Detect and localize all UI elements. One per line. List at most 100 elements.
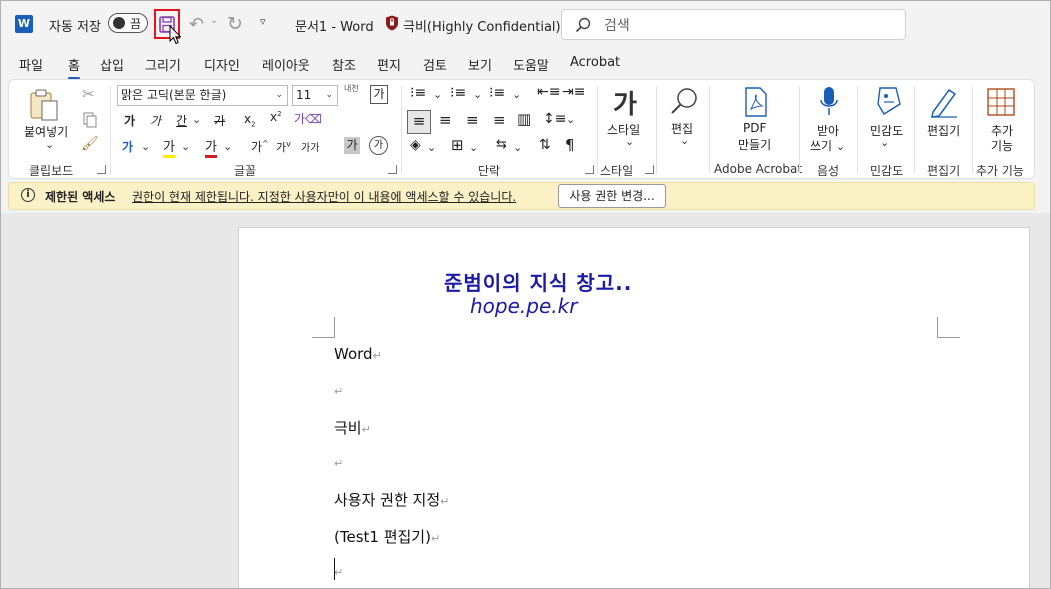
autosave-toggle[interactable]: 끔 — [108, 13, 148, 33]
tab-file[interactable]: 파일 — [19, 55, 43, 74]
customize-qat-icon[interactable]: ▿ — [260, 15, 266, 28]
tab-acrobat[interactable]: Acrobat — [570, 55, 620, 70]
microphone-icon[interactable] — [819, 86, 839, 118]
styles-label[interactable]: 스타일 — [607, 121, 640, 138]
paragraph[interactable]: 사용자 권한 지정↵ — [334, 489, 449, 510]
italic-button[interactable]: 가 — [150, 112, 161, 129]
editing-dropdown-icon[interactable]: ⌄ — [680, 134, 689, 147]
sensitivity-icon[interactable] — [874, 86, 904, 118]
styles-icon[interactable]: 가 — [613, 84, 637, 121]
strikethrough-button[interactable]: 가 — [214, 112, 225, 129]
copy-icon[interactable] — [82, 112, 98, 128]
text-effects-button[interactable]: 가 — [122, 138, 133, 155]
bullets-dropdown-icon[interactable]: ⌄ — [433, 88, 442, 101]
sensitivity-dropdown-icon[interactable]: ⌄ — [880, 136, 889, 149]
infobar-message-link[interactable]: 권한이 현재 제한됩니다. 지정한 사용자만이 이 내용에 액세스할 수 있습니… — [132, 188, 516, 205]
underline-button[interactable]: 간 — [176, 112, 187, 129]
tab-home[interactable]: 홈 — [68, 55, 80, 80]
styles-dropdown-icon[interactable]: ⌄ — [625, 135, 634, 148]
tab-review[interactable]: 검토 — [423, 55, 447, 74]
styles-launcher-icon[interactable] — [645, 165, 654, 174]
divider — [857, 86, 858, 174]
shrink-font-button[interactable]: 가v — [276, 139, 291, 155]
search-input[interactable]: 검색 — [561, 9, 906, 40]
align-center-icon[interactable]: ≡ — [439, 111, 452, 129]
addins-grid-icon[interactable] — [987, 88, 1015, 116]
tab-draw[interactable]: 그리기 — [145, 55, 181, 74]
addins-label-2[interactable]: 기능 — [991, 137, 1013, 154]
paragraph[interactable]: ↵ — [334, 562, 343, 580]
decrease-indent-icon[interactable]: ⇤≡ — [537, 84, 560, 100]
increase-indent-icon[interactable]: ⇥≡ — [562, 84, 585, 100]
paste-icon[interactable] — [27, 88, 61, 122]
borders-icon[interactable]: ⊞ — [451, 136, 464, 154]
font-name-select[interactable]: 맑은 고딕(본문 한글) ⌄ — [117, 85, 288, 106]
pdf-label-1[interactable]: PDF — [743, 121, 766, 135]
bullets-icon[interactable]: ⁝≡ — [410, 85, 426, 101]
tab-layout[interactable]: 레이아웃 — [262, 55, 310, 74]
highlight-button[interactable]: 가 — [163, 136, 175, 158]
phonetic-guide-button[interactable]: 내천 — [344, 83, 359, 94]
change-case-button[interactable]: 가가 — [301, 139, 319, 154]
align-left-button[interactable]: ≡ — [407, 110, 431, 134]
borders-dropdown-icon[interactable]: ⌄ — [469, 141, 478, 154]
asian-layout-icon[interactable]: ⇆ — [496, 137, 507, 152]
bold-button[interactable]: 가 — [124, 112, 135, 129]
paragraph[interactable]: 극비↵ — [334, 417, 371, 438]
numbering-icon[interactable]: ⁝≡ — [450, 85, 466, 101]
paragraph[interactable]: Word↵ — [334, 345, 382, 363]
show-marks-icon[interactable]: ¶ — [565, 136, 575, 154]
change-permission-button[interactable]: 사용 권한 변경... — [558, 184, 666, 208]
enclose-circle-button[interactable]: 가 — [369, 136, 388, 155]
subscript-button[interactable]: x2 — [244, 112, 256, 128]
cut-icon[interactable]: ✂ — [82, 85, 95, 103]
line-spacing-icon[interactable]: ↕≡ — [543, 111, 566, 127]
tab-mailings[interactable]: 편지 — [377, 55, 401, 74]
shading-icon[interactable]: ◈ — [410, 137, 421, 153]
create-pdf-icon[interactable] — [743, 87, 769, 117]
redo-icon[interactable]: ↻ — [227, 13, 243, 35]
editor-button-label[interactable]: 편집기 — [927, 122, 960, 139]
line-spacing-dropdown-icon[interactable]: ⌄ — [566, 113, 575, 126]
paragraph[interactable]: ↵ — [334, 453, 343, 471]
pdf-label-2[interactable]: 만들기 — [738, 136, 771, 153]
highlight-dropdown-icon[interactable]: ⌄ — [181, 140, 190, 153]
font-color-button[interactable]: 가 — [205, 136, 217, 158]
font-launcher-icon[interactable] — [388, 165, 397, 174]
clear-formatting-icon[interactable]: 가⌫ — [294, 110, 322, 127]
find-icon[interactable] — [670, 86, 700, 116]
numbering-dropdown-icon[interactable]: ⌄ — [473, 88, 482, 101]
superscript-button[interactable]: x2 — [270, 110, 282, 124]
paragraph-launcher-icon[interactable] — [585, 165, 594, 174]
distributed-icon[interactable]: ▥ — [517, 110, 531, 128]
paste-dropdown-icon[interactable]: ⌄ — [45, 138, 54, 151]
tab-references[interactable]: 참조 — [332, 55, 356, 74]
paragraph[interactable]: (Test1 편집기)↵ — [334, 526, 440, 547]
tab-insert[interactable]: 삽입 — [100, 55, 124, 74]
justify-icon[interactable]: ≡ — [493, 111, 506, 129]
dictate-label-2[interactable]: 쓰기 ⌄ — [810, 137, 845, 154]
underline-dropdown-icon[interactable]: ⌄ — [192, 113, 201, 126]
multilevel-dropdown-icon[interactable]: ⌄ — [512, 88, 521, 101]
text-effects-dropdown-icon[interactable]: ⌄ — [141, 140, 150, 153]
shading-dropdown-icon[interactable]: ⌄ — [427, 141, 436, 154]
clipboard-launcher-icon[interactable] — [97, 165, 106, 174]
sensitivity-label[interactable]: 극비(Highly Confidential) — [403, 16, 561, 35]
tab-design[interactable]: 디자인 — [204, 55, 240, 74]
undo-icon[interactable]: ↶ — [189, 14, 204, 35]
enclose-char-button[interactable]: 가 — [370, 85, 388, 104]
multilevel-list-icon[interactable]: ⁝≡ — [489, 85, 505, 101]
editor-pen-icon[interactable] — [929, 86, 959, 118]
sort-icon[interactable]: ⇅ — [539, 137, 551, 153]
asian-layout-dropdown-icon[interactable]: ⌄ — [513, 141, 522, 154]
font-size-select[interactable]: 11 ⌄ — [292, 85, 338, 106]
grow-font-button[interactable]: 가^ — [251, 138, 269, 155]
char-shading-button[interactable]: 가 — [344, 137, 360, 154]
tab-help[interactable]: 도움말 — [513, 55, 549, 74]
font-color-dropdown-icon[interactable]: ⌄ — [223, 140, 232, 153]
tab-view[interactable]: 보기 — [468, 55, 492, 74]
undo-dropdown-icon[interactable]: ⌄ — [210, 15, 218, 26]
paragraph[interactable]: ↵ — [334, 381, 343, 399]
format-painter-icon[interactable]: 🖌 — [81, 136, 99, 152]
align-right-icon[interactable]: ≡ — [466, 111, 479, 129]
